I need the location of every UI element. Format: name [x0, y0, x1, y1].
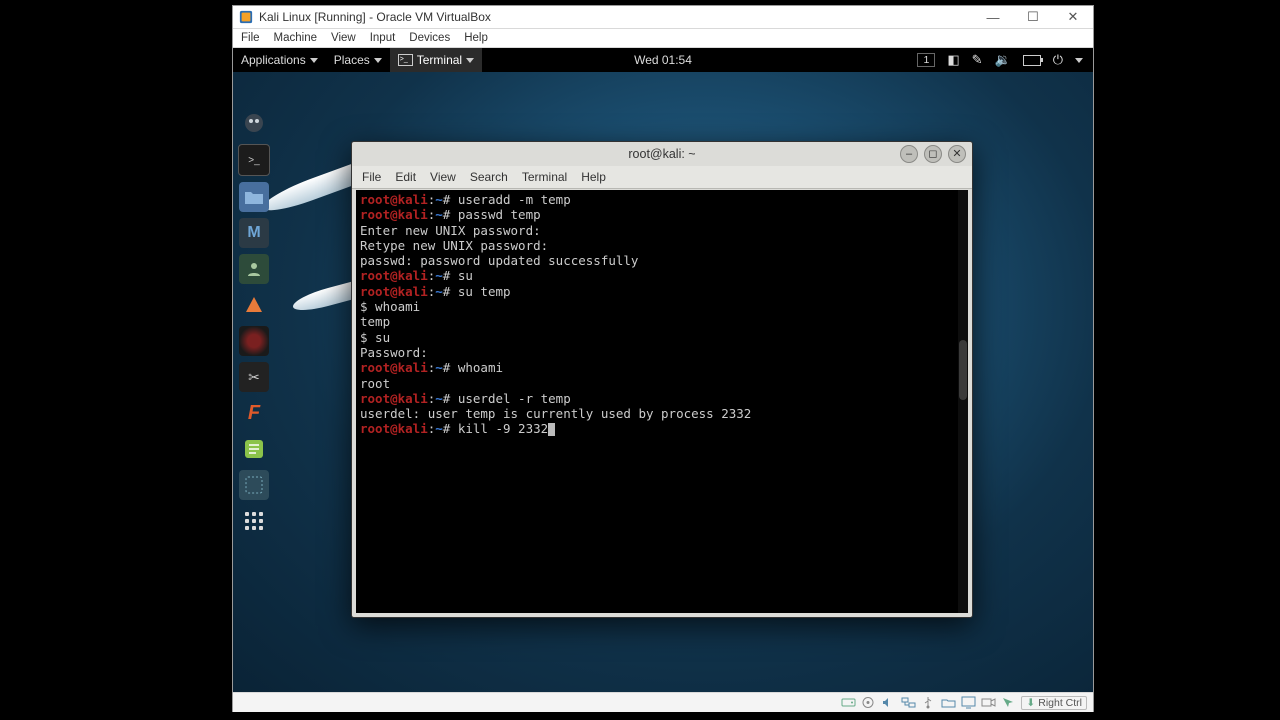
network-icon[interactable]: [901, 696, 916, 709]
term-menu-help[interactable]: Help: [581, 170, 606, 184]
dock-item-tools[interactable]: ✂: [239, 362, 269, 392]
gnome-dock: >_ M ✂ F: [236, 108, 272, 536]
term-menu-view[interactable]: View: [430, 170, 456, 184]
menu-input[interactable]: Input: [370, 32, 396, 44]
menu-devices[interactable]: Devices: [409, 32, 450, 44]
recording-icon[interactable]: [981, 696, 996, 709]
dock-item-app-root[interactable]: [239, 108, 269, 138]
terminal-titlebar[interactable]: root@kali: ~ – ◻ ✕: [352, 142, 972, 166]
terminal-title-text: root@kali: ~: [628, 147, 695, 161]
vbox-menu-bar: File Machine View Input Devices Help: [233, 29, 1093, 48]
term-menu-edit[interactable]: Edit: [395, 170, 416, 184]
arrow-down-icon: ⬇: [1026, 697, 1035, 709]
chevron-down-icon: [310, 58, 318, 63]
chevron-down-icon: [1075, 58, 1083, 63]
bg-decoration: [263, 160, 363, 218]
letterbox-right: [1093, 0, 1280, 720]
hdd-icon[interactable]: [841, 696, 856, 709]
dock-item-files[interactable]: [239, 182, 269, 212]
term-menu-file[interactable]: File: [362, 170, 381, 184]
vbox-titlebar[interactable]: Kali Linux [Running] - Oracle VM Virtual…: [233, 6, 1093, 29]
maximize-button[interactable]: ☐: [1013, 6, 1053, 28]
terminal-scrollbar[interactable]: [958, 190, 968, 613]
applications-menu[interactable]: Applications: [233, 48, 326, 72]
terminal-icon: >_: [398, 54, 413, 66]
menu-machine[interactable]: Machine: [274, 32, 317, 44]
audio-icon[interactable]: [881, 696, 896, 709]
virtualbox-window: Kali Linux [Running] - Oracle VM Virtual…: [232, 5, 1094, 712]
terminal-minimize-button[interactable]: –: [900, 145, 918, 163]
places-menu[interactable]: Places: [326, 48, 390, 72]
dock-item-show-apps[interactable]: [239, 506, 269, 536]
volume-icon[interactable]: 🔉: [995, 52, 1011, 68]
menu-help[interactable]: Help: [464, 32, 488, 44]
clock[interactable]: Wed 01:54: [626, 48, 700, 72]
terminal-maximize-button[interactable]: ◻: [924, 145, 942, 163]
usb-icon[interactable]: [921, 696, 936, 709]
dock-item-armitage[interactable]: [239, 326, 269, 356]
menu-view[interactable]: View: [331, 32, 356, 44]
host-key-indicator[interactable]: ⬇ Right Ctrl: [1021, 696, 1087, 710]
terminal-viewport[interactable]: root@kali:~# useradd -m temp root@kali:~…: [356, 190, 968, 613]
display-icon[interactable]: [961, 696, 976, 709]
dock-item-terminal[interactable]: >_: [238, 144, 270, 176]
chevron-down-icon: [466, 58, 474, 63]
mouse-integration-icon[interactable]: [1001, 696, 1016, 709]
optical-icon[interactable]: [861, 696, 876, 709]
term-menu-terminal[interactable]: Terminal: [522, 170, 567, 184]
active-app-indicator[interactable]: >_ Terminal: [390, 48, 482, 72]
minimize-button[interactable]: —: [973, 6, 1013, 28]
shared-folder-icon[interactable]: [941, 696, 956, 709]
dock-item-metasploit[interactable]: M: [239, 218, 269, 248]
vbox-title-text: Kali Linux [Running] - Oracle VM Virtual…: [259, 10, 491, 24]
menu-file[interactable]: File: [241, 32, 260, 44]
terminal-menu-bar: File Edit View Search Terminal Help: [352, 166, 972, 189]
term-menu-search[interactable]: Search: [470, 170, 508, 184]
close-button[interactable]: ✕: [1053, 6, 1093, 28]
dock-item-notes[interactable]: [239, 434, 269, 464]
terminal-close-button[interactable]: ✕: [948, 145, 966, 163]
vbox-window-controls: — ☐ ✕: [973, 6, 1093, 28]
vbox-status-bar: ⬇ Right Ctrl: [233, 692, 1093, 712]
chevron-down-icon: [374, 58, 382, 63]
dock-item-app-f[interactable]: F: [239, 398, 269, 428]
terminal-window[interactable]: root@kali: ~ – ◻ ✕ File Edit View Search…: [351, 141, 973, 618]
gnome-top-bar: Applications Places >_ Terminal Wed 01:5…: [233, 48, 1093, 72]
workspace-indicator[interactable]: 1: [917, 53, 935, 67]
virtualbox-icon: [239, 10, 253, 24]
letterbox-left: [0, 0, 232, 720]
record-icon[interactable]: ✎: [972, 52, 983, 68]
guest-desktop[interactable]: Applications Places >_ Terminal Wed 01:5…: [233, 48, 1093, 692]
power-icon[interactable]: ⏻: [1053, 52, 1063, 68]
dock-item-app-user[interactable]: [239, 254, 269, 284]
dock-item-burp[interactable]: [239, 290, 269, 320]
scroll-thumb[interactable]: [959, 340, 967, 400]
terminal-output: root@kali:~# useradd -m temp root@kali:~…: [356, 190, 968, 439]
battery-icon[interactable]: [1023, 55, 1041, 66]
dock-item-tweaks[interactable]: [239, 470, 269, 500]
camera-icon[interactable]: ◧: [947, 52, 959, 68]
